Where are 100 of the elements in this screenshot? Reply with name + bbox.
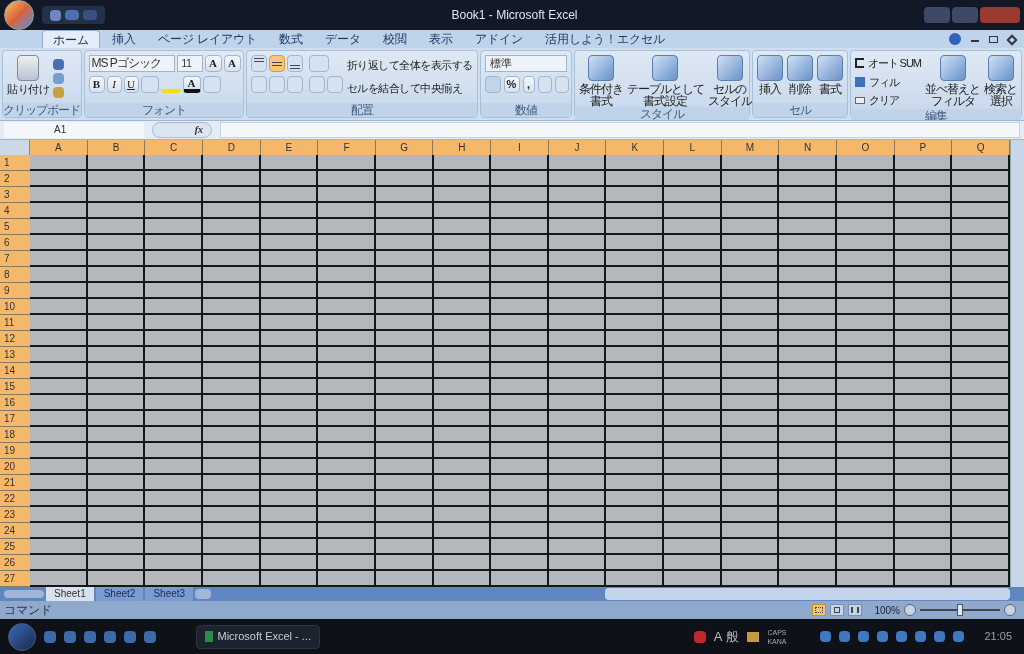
row-header[interactable]: 3 (0, 187, 30, 203)
font-name-field[interactable]: MS Pゴシック (88, 55, 175, 72)
start-button[interactable] (8, 622, 36, 651)
zoom-slider[interactable] (920, 604, 1000, 616)
underline-button[interactable]: U (123, 76, 139, 93)
fill-button[interactable]: フィル (854, 73, 921, 90)
ribbon-tab[interactable]: 挿入 (102, 30, 146, 48)
column-header[interactable]: O (836, 140, 895, 155)
row-header[interactable]: 13 (0, 347, 30, 363)
column-header[interactable]: I (491, 140, 549, 155)
bold-button[interactable]: B (88, 76, 105, 93)
ime-mode[interactable]: A (713, 626, 723, 647)
row-header[interactable]: 15 (0, 379, 30, 395)
column-header[interactable]: L (664, 140, 722, 155)
view-mode-icon[interactable] (812, 604, 827, 616)
column-header[interactable]: F (318, 140, 376, 155)
formula-input[interactable] (220, 122, 1020, 138)
taskbar-window-button[interactable]: Microsoft Excel - ... (196, 624, 320, 649)
font-color-button[interactable]: A (182, 76, 201, 93)
row-header[interactable]: 2 (0, 171, 30, 187)
ribbon-tab[interactable]: アドイン (465, 30, 534, 48)
sheet-tab[interactable]: Sheet3 (145, 587, 194, 601)
ribbon-button[interactable]: 並べ替えと フィルタ (925, 55, 980, 109)
ribbon-tab[interactable]: 活用しよう！エクセル (535, 30, 676, 48)
ribbon-button[interactable]: 挿入 (756, 55, 783, 103)
wrap-text-button[interactable]: 折り返して全体を表示する (346, 57, 473, 74)
sheet-tab[interactable]: Sheet2 (95, 587, 144, 601)
vertical-scrollbar[interactable] (1010, 140, 1024, 587)
restore-icon[interactable] (989, 36, 998, 43)
ribbon-button[interactable]: 削除 (786, 55, 813, 103)
minimize-button[interactable] (924, 7, 950, 23)
column-header[interactable]: G (375, 140, 434, 155)
column-header[interactable]: Q (952, 140, 1010, 155)
function-button[interactable]: fx (152, 122, 212, 138)
column-header[interactable]: E (260, 140, 319, 155)
clear-button[interactable]: クリア (854, 92, 921, 109)
row-header[interactable]: 25 (0, 539, 30, 555)
row-header[interactable]: 5 (0, 219, 30, 235)
row-header[interactable]: 27 (0, 571, 30, 587)
row-header[interactable]: 17 (0, 411, 30, 427)
percent-button[interactable]: % (503, 76, 520, 93)
row-header[interactable]: 6 (0, 235, 30, 251)
merge-center-button[interactable]: セルを結合して中央揃え (346, 79, 473, 96)
italic-button[interactable]: I (106, 76, 122, 93)
row-header[interactable]: 9 (0, 283, 30, 299)
column-header[interactable]: P (894, 140, 953, 155)
zoom-out-icon[interactable] (904, 604, 916, 616)
column-header[interactable]: B (87, 140, 146, 155)
row-header[interactable]: 7 (0, 251, 30, 267)
worksheet-grid[interactable] (30, 155, 1010, 587)
row-header[interactable]: 8 (0, 267, 30, 283)
row-header[interactable]: 12 (0, 331, 30, 347)
select-all-corner[interactable] (0, 140, 30, 155)
align-icon[interactable] (286, 55, 303, 72)
ribbon-button[interactable]: 条件付き 書式 (578, 55, 623, 107)
column-header[interactable]: K (606, 140, 665, 155)
align-icon[interactable] (268, 55, 285, 72)
ribbon-tab[interactable]: 校閲 (373, 30, 418, 48)
row-header[interactable]: 20 (0, 459, 30, 475)
grow-font-button[interactable]: A (204, 55, 222, 72)
row-header[interactable]: 21 (0, 475, 30, 491)
ribbon-button[interactable]: 書式 (816, 55, 843, 103)
ribbon-tab[interactable]: 数式 (269, 30, 314, 48)
column-header[interactable]: H (433, 140, 492, 155)
ribbon-tab[interactable]: データ (315, 30, 372, 48)
ribbon-button[interactable]: 検索と 選択 (984, 55, 1017, 109)
comma-button[interactable]: , (522, 76, 535, 93)
paste-button[interactable]: 貼り付け (7, 55, 49, 103)
row-header[interactable]: 10 (0, 299, 30, 315)
column-header[interactable]: A (30, 140, 88, 155)
office-button[interactable] (4, 0, 34, 30)
horizontal-scrollbar[interactable] (605, 588, 1010, 600)
font-size-field[interactable]: 11 (176, 55, 203, 72)
row-header[interactable]: 22 (0, 491, 30, 507)
restore-button[interactable] (952, 7, 978, 23)
row-header[interactable]: 24 (0, 523, 30, 539)
view-mode-icon[interactable] (848, 604, 863, 616)
ribbon-tab[interactable]: 表示 (419, 30, 464, 48)
row-header[interactable]: 19 (0, 443, 30, 459)
row-header[interactable]: 14 (0, 363, 30, 379)
row-header[interactable]: 26 (0, 555, 30, 571)
name-box[interactable]: A1 (4, 122, 144, 138)
row-header[interactable]: 1 (0, 155, 30, 171)
ribbon-button[interactable]: テーブルとして 書式設定 (626, 55, 704, 107)
row-header[interactable]: 18 (0, 427, 30, 443)
number-format-field[interactable]: 標準 (484, 55, 567, 72)
align-icon[interactable] (250, 55, 267, 72)
view-mode-icon[interactable] (830, 604, 845, 616)
row-header[interactable]: 23 (0, 507, 30, 523)
ribbon-button[interactable]: セルの スタイル (707, 55, 752, 107)
autosum-button[interactable]: オート SUM (854, 55, 921, 72)
column-header[interactable]: N (779, 140, 837, 155)
ribbon-tab[interactable]: ホーム (42, 30, 100, 48)
column-header[interactable]: D (202, 140, 261, 155)
shrink-font-button[interactable]: A (223, 55, 241, 72)
row-header[interactable]: 4 (0, 203, 30, 219)
row-header[interactable]: 16 (0, 395, 30, 411)
column-header[interactable]: J (548, 140, 607, 155)
ime-kana-mode[interactable]: 般 (726, 626, 740, 647)
sheet-tab[interactable]: Sheet1 (46, 587, 94, 601)
